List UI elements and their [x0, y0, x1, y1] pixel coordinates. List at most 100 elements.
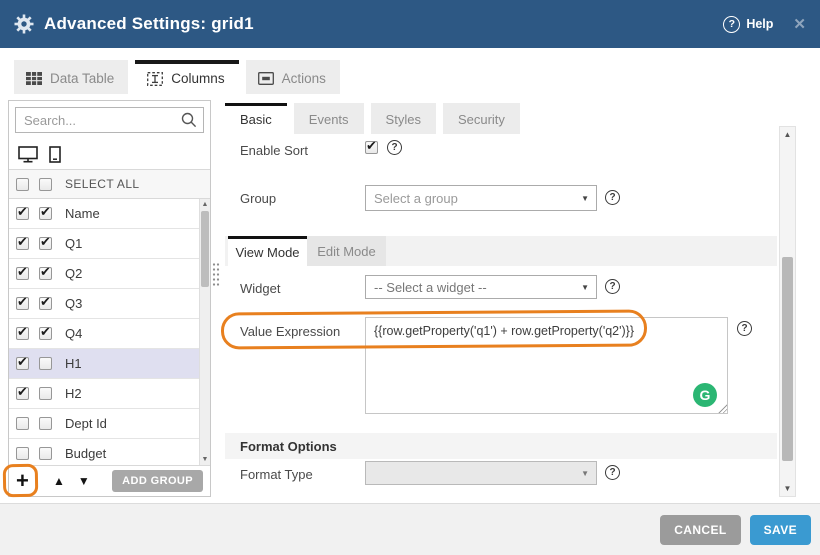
- select-all-row[interactable]: SELECT ALL: [9, 170, 210, 199]
- tab-data-table[interactable]: Data Table: [14, 60, 128, 94]
- title-bar: Advanced Settings: grid1 ? Help ✕: [0, 0, 820, 48]
- gear-icon: [14, 14, 34, 34]
- device-toggle-row: [9, 139, 210, 170]
- mobile-visibility-checkbox[interactable]: [39, 297, 52, 310]
- grammarly-icon[interactable]: G: [693, 383, 717, 407]
- column-label: Q4: [65, 326, 82, 341]
- save-button[interactable]: SAVE: [750, 515, 811, 545]
- column-label: H1: [65, 356, 82, 371]
- main-tab-bar: Data Table Columns Actions: [14, 60, 340, 94]
- tab-styles[interactable]: Styles: [371, 103, 436, 134]
- mobile-visibility-checkbox[interactable]: [39, 447, 52, 460]
- column-list-item[interactable]: Name: [9, 199, 210, 229]
- format-options-header: Format Options: [225, 433, 777, 459]
- scrollbar-thumb[interactable]: [782, 257, 793, 461]
- help-label[interactable]: Help: [746, 17, 773, 31]
- scroll-up-icon[interactable]: ▲: [200, 201, 210, 208]
- desktop-visibility-checkbox[interactable]: [16, 327, 29, 340]
- mobile-visibility-checkbox[interactable]: [39, 417, 52, 430]
- format-type-select[interactable]: ▼: [365, 461, 597, 485]
- mode-tab-bar: View Mode Edit Mode: [225, 236, 777, 266]
- desktop-visibility-checkbox[interactable]: [16, 237, 29, 250]
- column-label: Budget: [65, 446, 106, 461]
- data-table-icon: [26, 72, 42, 85]
- group-help-icon[interactable]: ?: [605, 190, 620, 205]
- scroll-up-icon[interactable]: ▲: [780, 130, 795, 139]
- tab-security[interactable]: Security: [443, 103, 520, 134]
- value-expression-label: Value Expression: [240, 324, 340, 339]
- tab-edit-mode[interactable]: Edit Mode: [307, 236, 386, 266]
- column-list-item[interactable]: Q1: [9, 229, 210, 259]
- scroll-down-icon[interactable]: ▼: [200, 456, 210, 463]
- panel-splitter-handle[interactable]: [212, 262, 220, 288]
- columns-toolbar: + ▲ ▼ ADD GROUP: [9, 465, 210, 496]
- desktop-visibility-checkbox[interactable]: [16, 417, 29, 430]
- tab-basic[interactable]: Basic: [225, 103, 287, 134]
- column-list-item[interactable]: Dept Id: [9, 409, 210, 439]
- move-down-button[interactable]: ▼: [78, 474, 90, 488]
- desktop-visibility-checkbox[interactable]: [16, 447, 29, 460]
- column-list-item[interactable]: H1: [9, 349, 210, 379]
- desktop-visibility-checkbox[interactable]: [16, 387, 29, 400]
- scroll-down-icon[interactable]: ▼: [780, 484, 795, 493]
- column-list-item[interactable]: Budget: [9, 439, 210, 465]
- columns-icon: [147, 72, 163, 86]
- mobile-visibility-checkbox[interactable]: [39, 237, 52, 250]
- value-expression-input[interactable]: {{row.getProperty('q1') + row.getPropert…: [365, 317, 728, 414]
- search-icon[interactable]: [181, 112, 197, 128]
- mobile-visibility-checkbox[interactable]: [39, 207, 52, 220]
- dialog-footer: CANCEL SAVE: [0, 503, 820, 555]
- tab-columns[interactable]: Columns: [135, 60, 238, 94]
- format-options-label: Format Options: [240, 439, 337, 454]
- columns-sidebar: SELECT ALL Name Q1 Q2 Q3 Q4 H1: [8, 100, 211, 497]
- enable-sort-label: Enable Sort: [240, 143, 308, 158]
- select-all-desktop-checkbox[interactable]: [16, 178, 29, 191]
- enable-sort-checkbox[interactable]: [365, 141, 378, 154]
- desktop-icon[interactable]: [18, 146, 38, 163]
- add-group-button[interactable]: ADD GROUP: [112, 470, 203, 492]
- desktop-visibility-checkbox[interactable]: [16, 357, 29, 370]
- scrollbar-thumb[interactable]: [201, 211, 209, 287]
- column-settings-panel: Basic Events Styles Security Enable Sort…: [225, 100, 777, 500]
- mobile-icon[interactable]: [49, 146, 61, 163]
- group-select[interactable]: Select a group ▼: [365, 185, 597, 211]
- desktop-visibility-checkbox[interactable]: [16, 267, 29, 280]
- tab-label: Data Table: [50, 71, 114, 86]
- chevron-down-icon: ▼: [581, 194, 589, 203]
- widget-select[interactable]: -- Select a widget -- ▼: [365, 275, 597, 299]
- mobile-visibility-checkbox[interactable]: [39, 387, 52, 400]
- column-list-item[interactable]: Q2: [9, 259, 210, 289]
- widget-help-icon[interactable]: ?: [605, 279, 620, 294]
- settings-tab-bar: Basic Events Styles Security: [225, 103, 520, 134]
- tab-events[interactable]: Events: [294, 103, 364, 134]
- cancel-button[interactable]: CANCEL: [660, 515, 740, 545]
- column-list-item[interactable]: Q4: [9, 319, 210, 349]
- desktop-visibility-checkbox[interactable]: [16, 207, 29, 220]
- add-column-button[interactable]: +: [16, 471, 40, 491]
- widget-label: Widget: [240, 281, 280, 296]
- value-expression-help-icon[interactable]: ?: [737, 321, 752, 336]
- desktop-visibility-checkbox[interactable]: [16, 297, 29, 310]
- search-input[interactable]: [15, 107, 204, 133]
- select-all-mobile-checkbox[interactable]: [39, 178, 52, 191]
- column-label: H2: [65, 386, 82, 401]
- column-list-item[interactable]: Q3: [9, 289, 210, 319]
- tab-label: Actions: [282, 71, 326, 86]
- tab-label: Columns: [171, 71, 224, 86]
- column-list-item[interactable]: H2: [9, 379, 210, 409]
- move-up-button[interactable]: ▲: [53, 474, 65, 488]
- format-type-help-icon[interactable]: ?: [605, 465, 620, 480]
- enable-sort-help-icon[interactable]: ?: [387, 140, 402, 155]
- settings-panel-scrollbar[interactable]: ▲ ▼: [779, 126, 796, 497]
- tab-actions[interactable]: Actions: [246, 60, 340, 94]
- widget-select-value: -- Select a widget --: [374, 280, 487, 295]
- group-select-value: Select a group: [374, 191, 458, 206]
- columns-list-scrollbar[interactable]: ▲ ▼: [199, 199, 210, 465]
- close-icon[interactable]: ✕: [793, 15, 806, 33]
- group-label: Group: [240, 191, 276, 206]
- mobile-visibility-checkbox[interactable]: [39, 267, 52, 280]
- help-icon[interactable]: ?: [723, 16, 740, 33]
- tab-view-mode[interactable]: View Mode: [228, 236, 307, 266]
- mobile-visibility-checkbox[interactable]: [39, 357, 52, 370]
- mobile-visibility-checkbox[interactable]: [39, 327, 52, 340]
